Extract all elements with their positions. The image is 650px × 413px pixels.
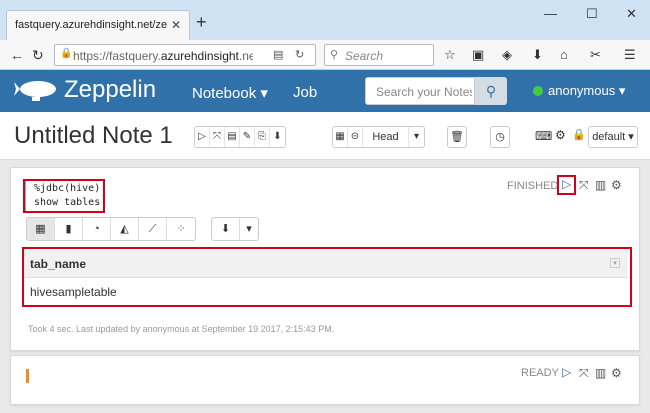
hide-output-icon[interactable]: ▥ <box>595 178 606 192</box>
bookmark-star-icon[interactable]: ☆ <box>444 47 456 63</box>
search-icon: ⚲ <box>330 49 339 61</box>
tab-title: fastquery.azurehdinsight.net/zeppelin <box>15 19 167 31</box>
editor-cursor[interactable] <box>26 369 29 383</box>
commit-icon[interactable]: ▦ <box>333 127 348 147</box>
highlight-result-box <box>22 247 632 307</box>
maximize-icon[interactable]: ☐ <box>586 6 598 22</box>
reader-icon[interactable]: ▤ <box>273 48 283 61</box>
zeppelin-header: Zeppelin Notebook ▾ Job Search your Note… <box>0 70 650 112</box>
pie-chart-icon[interactable]: ◔ <box>83 218 111 240</box>
job-link[interactable]: Job <box>293 84 317 101</box>
clear-output-icon[interactable]: ✎ <box>240 127 255 147</box>
pocket-icon[interactable]: ◈ <box>502 47 512 63</box>
minimize-icon[interactable]: — <box>544 6 557 21</box>
run-paragraph-icon[interactable]: ▷ <box>562 365 571 379</box>
reading-list-icon[interactable]: ▣ <box>472 47 484 63</box>
connection-status-icon <box>533 86 543 96</box>
export-note-icon[interactable]: ⬇ <box>270 127 285 147</box>
download-group: ⬇ ▾ <box>211 217 259 241</box>
head-dropdown[interactable]: Head <box>363 127 409 147</box>
zeppelin-logo-icon <box>14 81 56 101</box>
note-title[interactable]: Untitled Note 1 <box>14 122 173 150</box>
browser-tab[interactable]: fastquery.azurehdinsight.net/zeppelin ✕ <box>6 10 190 40</box>
browser-search-field[interactable]: ⚲ Search <box>324 44 434 66</box>
version-group: ▦ ⊝ Head ▾ <box>332 126 425 148</box>
paragraph-settings-gear-icon[interactable]: ⚙ <box>611 366 622 380</box>
hide-editor-icon[interactable]: ⤧ <box>579 178 589 193</box>
paragraph-status: FINISHED <box>507 180 559 192</box>
url-bar[interactable]: 🔒 https://fastquery.azurehdinsight.ne ▤ … <box>54 44 316 66</box>
scheduler-icon[interactable]: ◷ <box>490 126 510 148</box>
area-chart-icon[interactable]: ◭ <box>111 218 139 240</box>
browser-search-placeholder: Search <box>345 49 384 63</box>
clone-note-icon[interactable]: ⎘ <box>255 127 270 147</box>
paragraph-settings-gear-icon[interactable]: ⚙ <box>611 178 622 192</box>
line-chart-icon[interactable]: ⟋ <box>139 218 167 240</box>
delete-note-icon[interactable]: 🗑 <box>447 126 467 148</box>
note-search-button[interactable]: ⚲ <box>475 77 507 105</box>
download-icon[interactable]: ⬇ <box>532 47 543 63</box>
lock-icon: 🔒 <box>60 48 73 59</box>
browser-tab-bar: fastquery.azurehdinsight.net/zeppelin ✕ … <box>0 0 650 40</box>
extension-icon[interactable]: ✂ <box>590 47 601 63</box>
revision-icon[interactable]: ⊝ <box>348 127 363 147</box>
reload-icon[interactable]: ↻ <box>32 46 44 64</box>
paragraph-card-2 <box>10 355 640 405</box>
back-icon[interactable]: ← <box>10 46 24 64</box>
bar-chart-icon[interactable]: ▮ <box>55 218 83 240</box>
hide-output-icon[interactable]: ▥ <box>595 366 606 380</box>
hide-editor-icon[interactable]: ⤧ <box>579 366 589 381</box>
url-text: https://fastquery.azurehdinsight.ne <box>73 49 253 63</box>
visualization-toolbar: ▦ ▮ ◔ ◭ ⟋ ⁘ <box>26 217 196 241</box>
table-view-icon[interactable]: ▦ <box>27 218 55 240</box>
hide-output-icon[interactable]: ▤ <box>225 127 240 147</box>
home-icon[interactable]: ⌂ <box>560 47 568 62</box>
zeppelin-brand[interactable]: Zeppelin <box>64 76 156 104</box>
interpreter-settings-gear-icon[interactable]: ⚙ <box>555 128 566 142</box>
download-data-icon[interactable]: ⬇ <box>212 218 240 240</box>
download-caret-icon[interactable]: ▾ <box>240 218 258 240</box>
note-actions-group: ▷ ⤧ ▤ ✎ ⎘ ⬇ <box>194 126 286 148</box>
scatter-chart-icon[interactable]: ⁘ <box>167 218 195 240</box>
menu-icon[interactable]: ☰ <box>624 47 636 63</box>
window-close-icon[interactable]: ✕ <box>626 6 637 22</box>
run-all-icon[interactable]: ▷ <box>195 127 210 147</box>
highlight-run-box <box>557 175 576 195</box>
paragraph-status: READY <box>521 367 559 379</box>
note-search-input[interactable]: Search your Notes <box>365 77 475 105</box>
hide-code-icon[interactable]: ⤧ <box>210 127 225 147</box>
notebook-menu[interactable]: Notebook ▾ <box>192 84 268 102</box>
permissions-lock-icon[interactable]: 🔒 <box>572 128 586 141</box>
browser-toolbar: ← ↻ 🔒 https://fastquery.azurehdinsight.n… <box>0 40 650 70</box>
note-search-placeholder: Search your Notes <box>376 85 472 99</box>
tab-close-icon[interactable]: ✕ <box>171 18 181 32</box>
note-header: Untitled Note 1 ▷ ⤧ ▤ ✎ ⎘ ⬇ ▦ ⊝ Head ▾ 🗑… <box>0 112 650 160</box>
paragraph-meta: Took 4 sec. Last updated by anonymous at… <box>28 324 335 334</box>
head-caret-icon[interactable]: ▾ <box>409 127 424 147</box>
user-menu[interactable]: anonymous ▾ <box>548 83 625 99</box>
highlight-code-box <box>23 179 105 213</box>
refresh-icon[interactable]: ↻ <box>295 48 304 61</box>
keyboard-shortcut-icon[interactable]: ⌨ <box>535 129 552 143</box>
interpreter-dropdown[interactable]: default ▾ <box>588 126 638 148</box>
new-tab-icon[interactable]: + <box>196 13 207 31</box>
